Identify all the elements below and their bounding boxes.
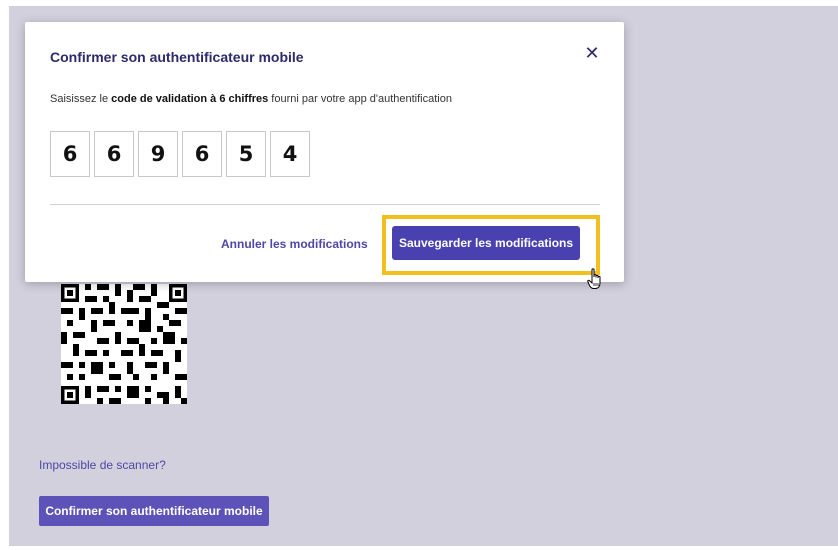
- instruction-prefix: Saisissez le: [50, 93, 112, 105]
- close-icon[interactable]: ✕: [581, 42, 603, 64]
- confirm-authenticator-button[interactable]: Confirmer son authentificateur mobile: [39, 496, 269, 526]
- dialog-title: Confirmer son authentificateur mobile: [50, 49, 304, 65]
- code-digit-2[interactable]: [94, 131, 134, 177]
- dialog-divider: [50, 204, 600, 205]
- code-digit-6[interactable]: [270, 131, 310, 177]
- code-input-group: [50, 131, 310, 177]
- instruction-text: Saisissez le code de validation à 6 chif…: [50, 93, 452, 105]
- instruction-suffix: fourni par votre app d'authentification: [268, 93, 452, 105]
- save-changes-button[interactable]: Sauvegarder les modifications: [392, 226, 580, 260]
- cancel-changes-button[interactable]: Annuler les modifications: [221, 234, 368, 254]
- confirm-authenticator-dialog: Confirmer son authentificateur mobile ✕ …: [25, 22, 624, 289]
- code-digit-4[interactable]: [182, 131, 222, 177]
- hand-pointer-icon: [587, 268, 601, 289]
- cant-scan-link[interactable]: Impossible de scanner?: [39, 458, 166, 472]
- qr-code-image: [61, 284, 187, 404]
- code-digit-1[interactable]: [50, 131, 90, 177]
- instruction-bold: code de validation à 6 chiffres: [111, 93, 269, 105]
- code-digit-3[interactable]: [138, 131, 178, 177]
- code-digit-5[interactable]: [226, 131, 266, 177]
